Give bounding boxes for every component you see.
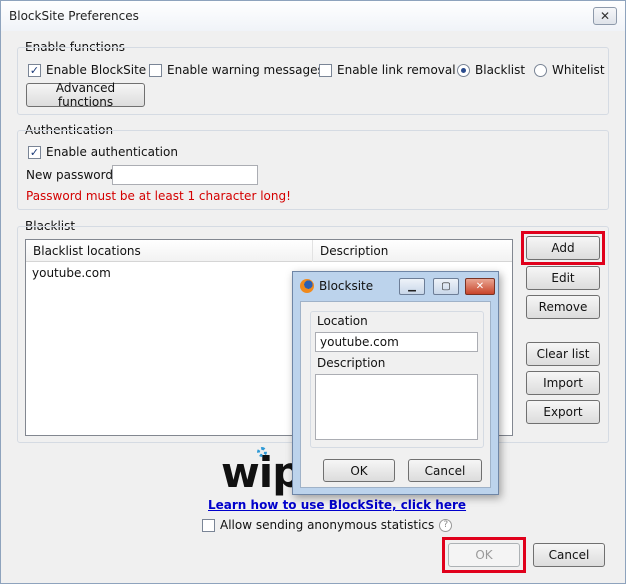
- enable-blocksite-label: Enable BlockSite: [46, 63, 147, 77]
- anonymous-stats-label: Allow sending anonymous statistics: [220, 518, 435, 532]
- clear-list-button[interactable]: Clear list: [526, 342, 600, 366]
- help-icon[interactable]: ?: [439, 518, 453, 532]
- anonymous-stats-option[interactable]: Allow sending anonymous statistics ?: [202, 518, 453, 532]
- cancel-button[interactable]: Cancel: [533, 543, 605, 567]
- dialog-maximize-button[interactable]: ▢: [433, 278, 459, 295]
- add-button-highlight: [521, 231, 605, 265]
- learn-how-link[interactable]: Learn how to use BlockSite, click here: [208, 498, 466, 512]
- enable-warning-checkbox[interactable]: [149, 63, 162, 77]
- dialog-minimize-button[interactable]: ▁: [399, 278, 425, 295]
- anonymous-stats-checkbox[interactable]: [202, 518, 215, 532]
- whitelist-radio-label: Whitelist: [552, 63, 605, 77]
- column-header-location[interactable]: Blacklist locations: [26, 240, 313, 262]
- enable-link-removal-option[interactable]: Enable link removal: [319, 63, 456, 77]
- location-input[interactable]: [315, 332, 478, 352]
- preferences-window: BlockSite Preferences ✕ Enable functions…: [0, 0, 626, 584]
- dialog-cancel-button[interactable]: Cancel: [408, 459, 482, 482]
- enable-blocksite-option[interactable]: ✓ Enable BlockSite: [28, 63, 146, 77]
- column-header-description[interactable]: Description: [313, 240, 513, 262]
- dialog-ok-button[interactable]: OK: [323, 459, 395, 482]
- enable-blocksite-checkbox[interactable]: ✓: [28, 63, 41, 77]
- edit-button[interactable]: Edit: [526, 266, 600, 290]
- minimize-icon: ▁: [408, 281, 416, 292]
- dialog-close-icon: ✕: [475, 281, 485, 292]
- blacklist-radio-label: Blacklist: [475, 63, 526, 77]
- firefox-icon: [300, 279, 314, 293]
- blacklist-radio-option[interactable]: Blacklist: [457, 63, 525, 77]
- gear-icon: [257, 447, 267, 457]
- location-label: Location: [317, 314, 368, 328]
- title-bar[interactable]: BlockSite Preferences ✕: [1, 1, 625, 31]
- enable-auth-checkbox[interactable]: ✓: [28, 145, 41, 159]
- dialog-body: Location Description OK Cancel: [300, 301, 491, 488]
- table-header: Blacklist locations Description: [26, 240, 512, 262]
- description-textarea[interactable]: [315, 374, 478, 440]
- enable-auth-label: Enable authentication: [46, 145, 178, 159]
- dialog-title: Blocksite: [319, 279, 374, 293]
- close-icon: ✕: [599, 9, 611, 23]
- enable-auth-option[interactable]: ✓ Enable authentication: [28, 145, 178, 159]
- password-error-message: Password must be at least 1 character lo…: [26, 189, 291, 203]
- advanced-functions-button[interactable]: Advanced functions: [26, 81, 145, 109]
- export-button[interactable]: Export: [526, 400, 600, 424]
- remove-button[interactable]: Remove: [526, 295, 600, 319]
- description-label: Description: [317, 356, 386, 370]
- enable-link-removal-checkbox[interactable]: [319, 63, 332, 77]
- new-password-input[interactable]: [112, 165, 258, 185]
- enable-warning-label: Enable warning messages: [167, 63, 324, 77]
- import-button[interactable]: Import: [526, 371, 600, 395]
- blocksite-dialog[interactable]: Blocksite ▁ ▢ ✕ Location Description OK …: [292, 271, 499, 495]
- maximize-icon: ▢: [441, 281, 451, 292]
- whitelist-radio[interactable]: [534, 63, 547, 77]
- dialog-close-button[interactable]: ✕: [465, 278, 495, 295]
- row-location-cell: youtube.com: [32, 266, 111, 280]
- blacklist-radio[interactable]: [457, 63, 470, 77]
- enable-link-removal-label: Enable link removal: [337, 63, 456, 77]
- ok-button-highlight: [442, 537, 526, 573]
- whitelist-radio-option[interactable]: Whitelist: [534, 63, 605, 77]
- new-password-label: New password: [26, 168, 113, 182]
- enable-warning-option[interactable]: Enable warning messages: [149, 63, 324, 77]
- window-close-button[interactable]: ✕: [593, 7, 617, 25]
- window-title: BlockSite Preferences: [9, 9, 139, 23]
